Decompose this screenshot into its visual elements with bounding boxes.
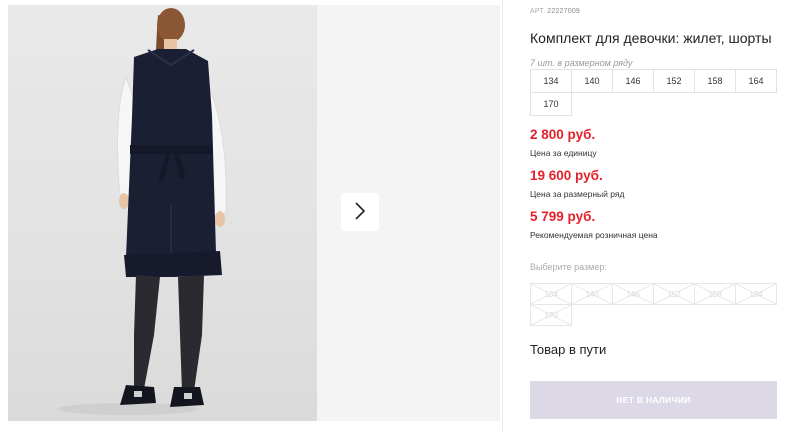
size-cell: 158	[694, 69, 736, 93]
size-option-row: 134 140 146 152 158 164	[530, 283, 782, 305]
price-size-range-label: Цена за размерный ряд	[530, 189, 625, 199]
availability-status: Товар в пути	[530, 342, 607, 357]
size-row-qty-note: 7 шт. в размерном ряду	[530, 58, 633, 68]
gallery-next-button[interactable]	[341, 193, 379, 231]
column-divider	[502, 0, 503, 432]
price-retail: 5 799 руб.	[530, 209, 596, 224]
price-unit: 2 800 руб.	[530, 127, 596, 142]
chevron-right-icon	[354, 201, 366, 223]
product-sku: АРТ. 22227009	[530, 8, 580, 15]
price-retail-label: Рекомендуемая розничная цена	[530, 230, 658, 240]
size-cell: 164	[735, 69, 777, 93]
size-option-disabled[interactable]: 152	[653, 283, 695, 305]
size-option-disabled[interactable]: 164	[735, 283, 777, 305]
out-of-stock-button[interactable]: НЕТ В НАЛИЧИИ	[530, 381, 777, 419]
size-option-disabled[interactable]: 140	[571, 283, 613, 305]
product-gallery	[0, 0, 500, 432]
size-option-disabled[interactable]: 146	[612, 283, 654, 305]
size-option-disabled[interactable]: 170	[530, 304, 572, 326]
size-cell: 146	[612, 69, 654, 93]
product-photo-main[interactable]	[8, 5, 317, 421]
size-option-disabled[interactable]: 158	[694, 283, 736, 305]
size-selector: 134 140 146 152 158 164 170	[530, 283, 782, 326]
price-unit-label: Цена за единицу	[530, 148, 597, 158]
product-photo-illustration	[58, 8, 227, 415]
size-option-row: 170	[530, 304, 782, 326]
size-cell: 134	[530, 69, 572, 93]
size-cell: 170	[530, 92, 572, 116]
sku-value: 22227009	[547, 8, 581, 15]
size-range-grid: 134 140 146 152 158 164 170	[530, 69, 782, 116]
size-cell: 152	[653, 69, 695, 93]
size-option-disabled[interactable]: 134	[530, 283, 572, 305]
size-row: 170	[530, 92, 782, 116]
product-title: Комплект для девочки: жилет, шорты	[530, 30, 772, 46]
size-cell: 140	[571, 69, 613, 93]
choose-size-label: Выберите размер:	[530, 262, 607, 272]
sku-prefix: АРТ.	[530, 8, 546, 15]
size-row: 134 140 146 152 158 164	[530, 69, 782, 93]
price-size-range: 19 600 руб.	[530, 168, 603, 183]
